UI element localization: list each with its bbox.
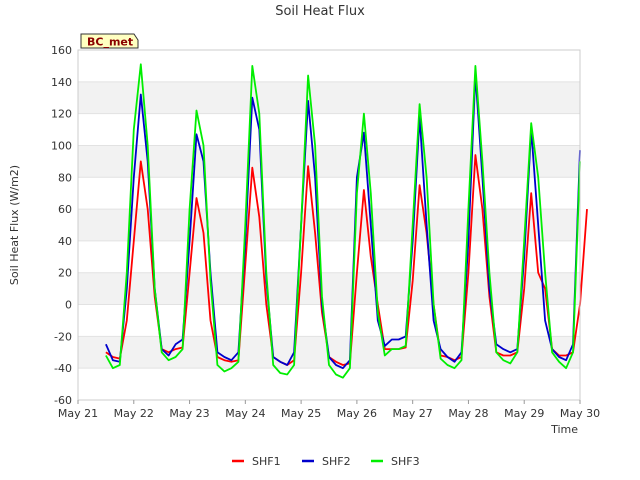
- background-band: [78, 368, 580, 400]
- background-band: [78, 209, 580, 241]
- background-band: [78, 145, 580, 178]
- soil-heat-flux-chart: Soil Heat Flux -60 -40 -20 0 20 40 60 80 100 120 1…: [8, 4, 600, 468]
- x-tick-label: May 26: [337, 407, 377, 420]
- site-label: BC_met: [87, 36, 133, 49]
- background-band: [78, 81, 580, 114]
- y-tick-label: 0: [65, 299, 72, 312]
- y-tick-label: 80: [58, 171, 72, 184]
- background-band: [78, 304, 580, 337]
- y-tick-label: 120: [51, 108, 72, 121]
- y-axis-label: Soil Heat Flux (W/m2): [8, 165, 21, 285]
- x-tick-label: May 22: [114, 407, 154, 420]
- x-axis-label: Time: [550, 423, 578, 436]
- y-tick-label: -60: [54, 394, 72, 407]
- y-axis-ticks: -60 -40 -20 0 20 40 60 80 100 120 140 160: [51, 44, 72, 407]
- x-tick-label: May 25: [281, 407, 321, 420]
- legend-label-shf2: SHF2: [322, 455, 351, 468]
- y-tick-label: 100: [51, 139, 72, 152]
- x-tick-label: May 29: [504, 407, 544, 420]
- y-tick-label: -40: [54, 362, 72, 375]
- x-tick-label: May 30: [560, 407, 600, 420]
- legend-label-shf3: SHF3: [391, 455, 420, 468]
- background-band: [78, 177, 580, 210]
- x-tick-label: May 27: [393, 407, 433, 420]
- chart-title: Soil Heat Flux: [275, 4, 365, 19]
- site-label-box: BC_met: [80, 33, 139, 49]
- x-tick-label: May 21: [58, 407, 98, 420]
- y-tick-label: 20: [58, 267, 72, 280]
- x-tick-label: May 28: [448, 407, 488, 420]
- x-tick-label: May 23: [169, 407, 209, 420]
- legend: SHF1 SHF2 SHF3: [232, 455, 420, 468]
- y-tick-label: 40: [58, 235, 72, 248]
- y-tick-label: 60: [58, 203, 72, 216]
- background-band: [78, 113, 580, 146]
- background-band: [78, 50, 580, 82]
- y-tick-label: 160: [51, 44, 72, 57]
- legend-label-shf1: SHF1: [252, 455, 281, 468]
- y-tick-label: -20: [54, 330, 72, 343]
- x-tick-label: May 24: [225, 407, 265, 420]
- background-bands: [78, 50, 580, 400]
- y-tick-label: 140: [51, 76, 72, 89]
- x-axis-ticks: May 21 May 22 May 23 May 24 May 25 May 26 May …: [58, 400, 600, 420]
